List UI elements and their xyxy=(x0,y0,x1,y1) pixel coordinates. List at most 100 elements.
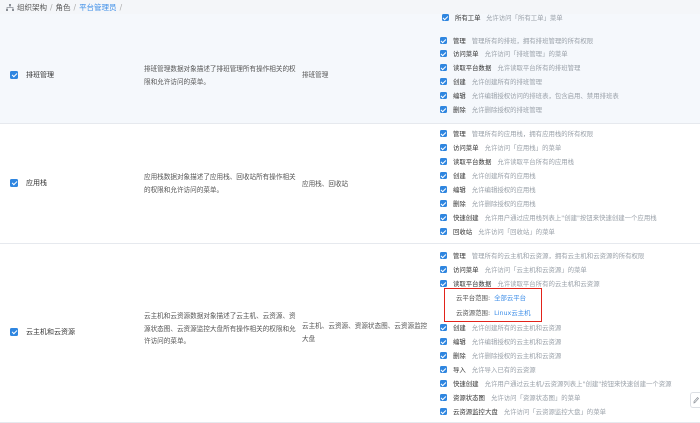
resource-description: 排班管理数据对象描述了排班管理所有操作相关的权限和允许访问的菜单。 xyxy=(144,65,296,86)
breadcrumb-current: 平台管理员 xyxy=(79,2,117,12)
range-value-link[interactable]: Linux云主机 xyxy=(494,309,530,317)
cloud-resource-range[interactable]: 云资源范围: Linux云主机 xyxy=(456,308,531,318)
checkbox[interactable] xyxy=(440,200,447,207)
permission-item[interactable]: 编辑 允许编辑授权的应用栈 xyxy=(440,184,536,195)
resource-scope: 云主机、云资源、资源状态图、云资源监控大盘 xyxy=(302,322,428,343)
permission-item[interactable]: 删除 允许删除授权的排班管理 xyxy=(440,104,542,115)
checkbox[interactable] xyxy=(440,324,447,331)
range-label: 云资源范围: xyxy=(456,309,491,317)
permission-name: 创建 xyxy=(453,78,466,86)
permission-item[interactable]: 访问菜单 允许访问「应用栈」的菜单 xyxy=(440,142,561,153)
checkbox[interactable] xyxy=(440,228,447,235)
breadcrumb-role[interactable]: 角色 xyxy=(56,2,71,13)
permission-item[interactable]: 读取平台数据 允许读取平台所有的排班管理 xyxy=(440,62,580,73)
permission-item[interactable]: 管理 管理所有的云主机和云资源，拥有云主机和云资源的所有权限 xyxy=(440,250,644,261)
permission-name: 管理 xyxy=(453,252,466,260)
checkbox[interactable] xyxy=(440,252,447,259)
breadcrumb-separator: / xyxy=(50,2,53,12)
permission-desc: 允许读取平台所有的云主机和云资源 xyxy=(497,280,600,288)
cloud-platform-range[interactable]: 云平台范围: 全部云平台 xyxy=(456,293,526,303)
breadcrumb-separator: / xyxy=(119,2,123,12)
permission-name: 管理 xyxy=(453,130,466,138)
permission-name: 编辑 xyxy=(453,338,466,346)
permission-item[interactable]: 回收站 允许访问「回收站」的菜单 xyxy=(440,226,555,237)
resource-scope: 应用栈、回收站 xyxy=(302,180,349,188)
resource-name: 排班管理 xyxy=(26,71,54,79)
resource-checkbox[interactable] xyxy=(10,328,18,336)
resource-scope: 排班管理 xyxy=(302,71,329,79)
permission-name: 访问菜单 xyxy=(453,144,479,152)
permission-desc: 允许用户通过云主机/云资源列表上"创建"按钮来快速创建一个资源 xyxy=(484,380,672,388)
checkbox[interactable] xyxy=(440,186,447,193)
checkbox[interactable] xyxy=(440,380,447,387)
checkbox[interactable] xyxy=(440,266,447,273)
checkbox[interactable] xyxy=(440,130,447,137)
resource-checkbox[interactable] xyxy=(10,179,18,187)
checkbox[interactable] xyxy=(440,144,447,151)
permission-name: 云资源监控大盘 xyxy=(453,408,498,416)
permission-item[interactable]: 管理 管理所有的应用栈，拥有应用栈的所有权限 xyxy=(440,128,593,139)
permission-desc: 允许编辑授权的应用栈 xyxy=(471,186,536,194)
permission-item[interactable]: 编辑 允许编辑授权的云主机和云资源 xyxy=(440,336,561,347)
permission-item[interactable]: 访问菜单 允许访问「云主机和云资源」的菜单 xyxy=(440,264,587,275)
permission-item[interactable]: 删除 允许删除授权的应用栈 xyxy=(440,198,536,209)
resource-name: 应用栈 xyxy=(26,179,47,187)
permission-desc: 允许访问「资源状态图」的菜单 xyxy=(490,394,581,402)
permission-name: 导入 xyxy=(453,366,466,374)
permission-item[interactable]: 资源状态图 允许访问「资源状态图」的菜单 xyxy=(440,392,580,403)
permission-desc: 允许用户通过应用栈列表上"创建"按钮来快速创建一个应用栈 xyxy=(484,214,657,222)
permission-item[interactable]: 删除 允许删除授权的云主机和云资源 xyxy=(440,350,561,361)
float-tool-icon[interactable] xyxy=(690,392,700,408)
permission-item-partial[interactable]: 所有工单 允许访问「所有工单」菜单 xyxy=(442,12,700,23)
resource-name: 云主机和云资源 xyxy=(26,328,75,336)
permission-name: 创建 xyxy=(453,172,466,180)
permission-item[interactable]: 访问菜单 允许访问「排班管理」的菜单 xyxy=(440,48,568,59)
checkbox[interactable] xyxy=(440,214,447,221)
checkbox[interactable] xyxy=(440,408,447,415)
resource-checkbox[interactable] xyxy=(10,71,18,79)
range-value-link[interactable]: 全部云平台 xyxy=(494,294,526,302)
permission-name: 快速创建 xyxy=(453,380,479,388)
permission-item[interactable]: 创建 允许创建所有的应用栈 xyxy=(440,170,536,181)
permission-item[interactable]: 快速创建 允许用户通过应用栈列表上"创建"按钮来快速创建一个应用栈 xyxy=(440,212,657,223)
checkbox[interactable] xyxy=(440,50,447,57)
checkbox[interactable] xyxy=(440,37,447,44)
permission-desc: 允许访问「云主机和云资源」的菜单 xyxy=(484,266,587,274)
permission-item[interactable]: 管理 管理所有的排班，拥有排班管理的所有权限 xyxy=(440,35,593,46)
checkbox[interactable] xyxy=(442,14,449,21)
resource-description: 云主机和云资源数据对象描述了云主机、云资源、资源状态图、云资源监控大盘所有操作相… xyxy=(144,312,296,345)
checkbox[interactable] xyxy=(440,106,447,113)
permission-name: 访问菜单 xyxy=(453,50,479,58)
permission-item[interactable]: 快速创建 允许用户通过云主机/云资源列表上"创建"按钮来快速创建一个资源 xyxy=(440,378,672,389)
checkbox[interactable] xyxy=(440,280,447,287)
permission-name: 读取平台数据 xyxy=(453,158,492,166)
permission-desc: 允许创建所有的排班管理 xyxy=(471,78,543,86)
checkbox[interactable] xyxy=(440,338,447,345)
permission-desc: 允许读取平台所有的应用栈 xyxy=(497,158,575,166)
permission-name: 访问菜单 xyxy=(453,266,479,274)
checkbox[interactable] xyxy=(440,64,447,71)
checkbox[interactable] xyxy=(440,366,447,373)
permission-item[interactable]: 创建 允许创建所有的排班管理 xyxy=(440,76,542,87)
checkbox[interactable] xyxy=(440,394,447,401)
permission-item[interactable]: 读取平台数据 允许读取平台所有的应用栈 xyxy=(440,156,574,167)
permission-name: 所有工单 xyxy=(455,14,481,22)
permission-desc: 允许访问「云资源监控大盘」的菜单 xyxy=(503,408,606,416)
checkbox[interactable] xyxy=(440,352,447,359)
checkbox[interactable] xyxy=(440,78,447,85)
permission-desc: 允许访问「排班管理」的菜单 xyxy=(484,50,568,58)
permission-item[interactable]: 云资源监控大盘 允许访问「云资源监控大盘」的菜单 xyxy=(440,406,606,417)
checkbox[interactable] xyxy=(440,92,447,99)
checkbox[interactable] xyxy=(440,158,447,165)
checkbox[interactable] xyxy=(440,172,447,179)
permission-item[interactable]: 编辑 允许编辑授权访问的排班表，包含启用、禁用排班表 xyxy=(440,90,619,101)
permission-item[interactable]: 创建 允许创建所有的云主机和云资源 xyxy=(440,322,561,333)
permission-item[interactable]: 导入 允许导入已有的云资源 xyxy=(440,364,536,375)
permission-name: 删除 xyxy=(453,200,466,208)
permission-desc: 管理所有的排班，拥有排班管理的所有权限 xyxy=(471,37,594,45)
permission-desc: 允许访问「所有工单」菜单 xyxy=(486,14,563,22)
permission-desc: 允许编辑授权访问的排班表，包含启用、禁用排班表 xyxy=(471,92,619,100)
breadcrumb-org[interactable]: 组织架构 xyxy=(17,2,47,13)
permission-name: 回收站 xyxy=(453,228,473,236)
permission-name: 创建 xyxy=(453,324,466,332)
